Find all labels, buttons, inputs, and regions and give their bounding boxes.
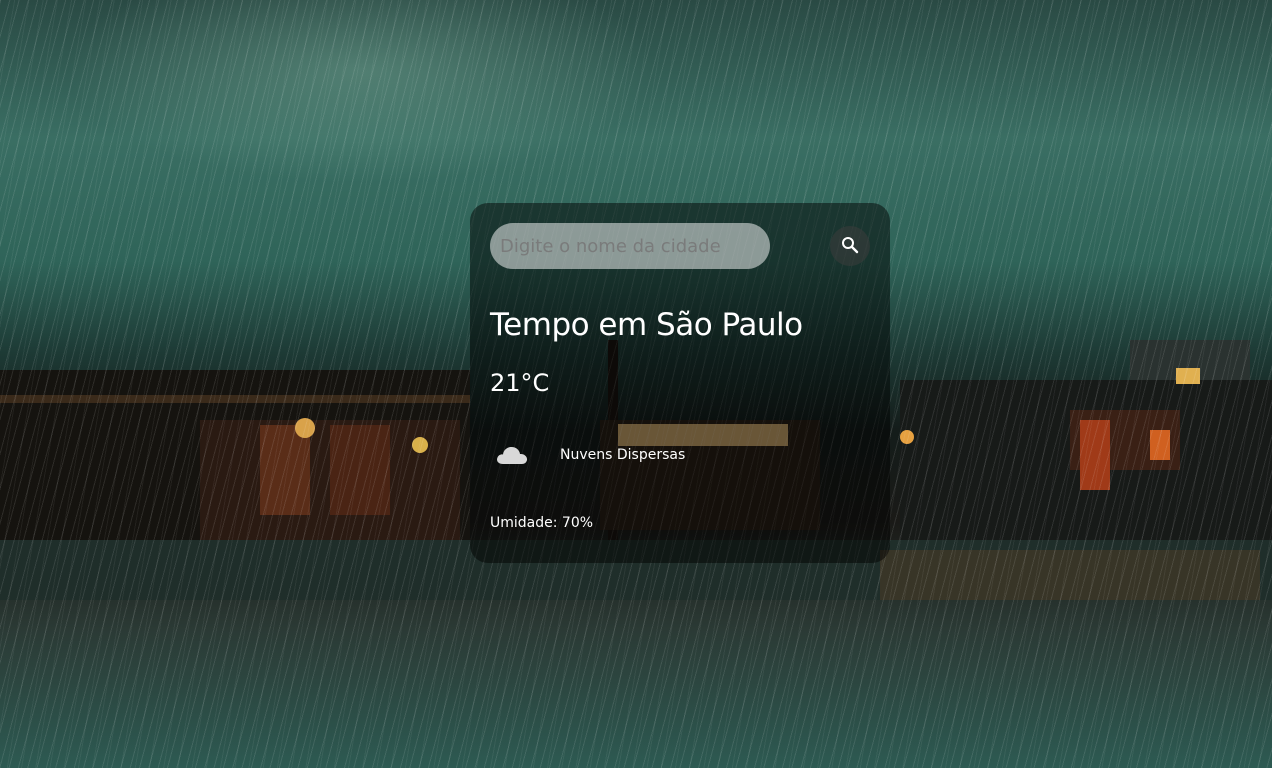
temperature-value: 21°C — [490, 369, 550, 397]
city-title: Tempo em São Paulo — [490, 307, 803, 343]
search-icon — [841, 236, 859, 257]
city-search-input[interactable] — [490, 223, 770, 269]
search-bar — [490, 223, 870, 269]
cloud-icon — [490, 437, 534, 473]
search-button[interactable] — [830, 226, 870, 266]
humidity-value: Umidade: 70% — [490, 515, 594, 531]
weather-card: Tempo em São Paulo 21°C Nuvens Dispersas… — [470, 203, 890, 563]
weather-description-row: Nuvens Dispersas — [490, 437, 870, 473]
weather-description: Nuvens Dispersas — [560, 447, 686, 463]
